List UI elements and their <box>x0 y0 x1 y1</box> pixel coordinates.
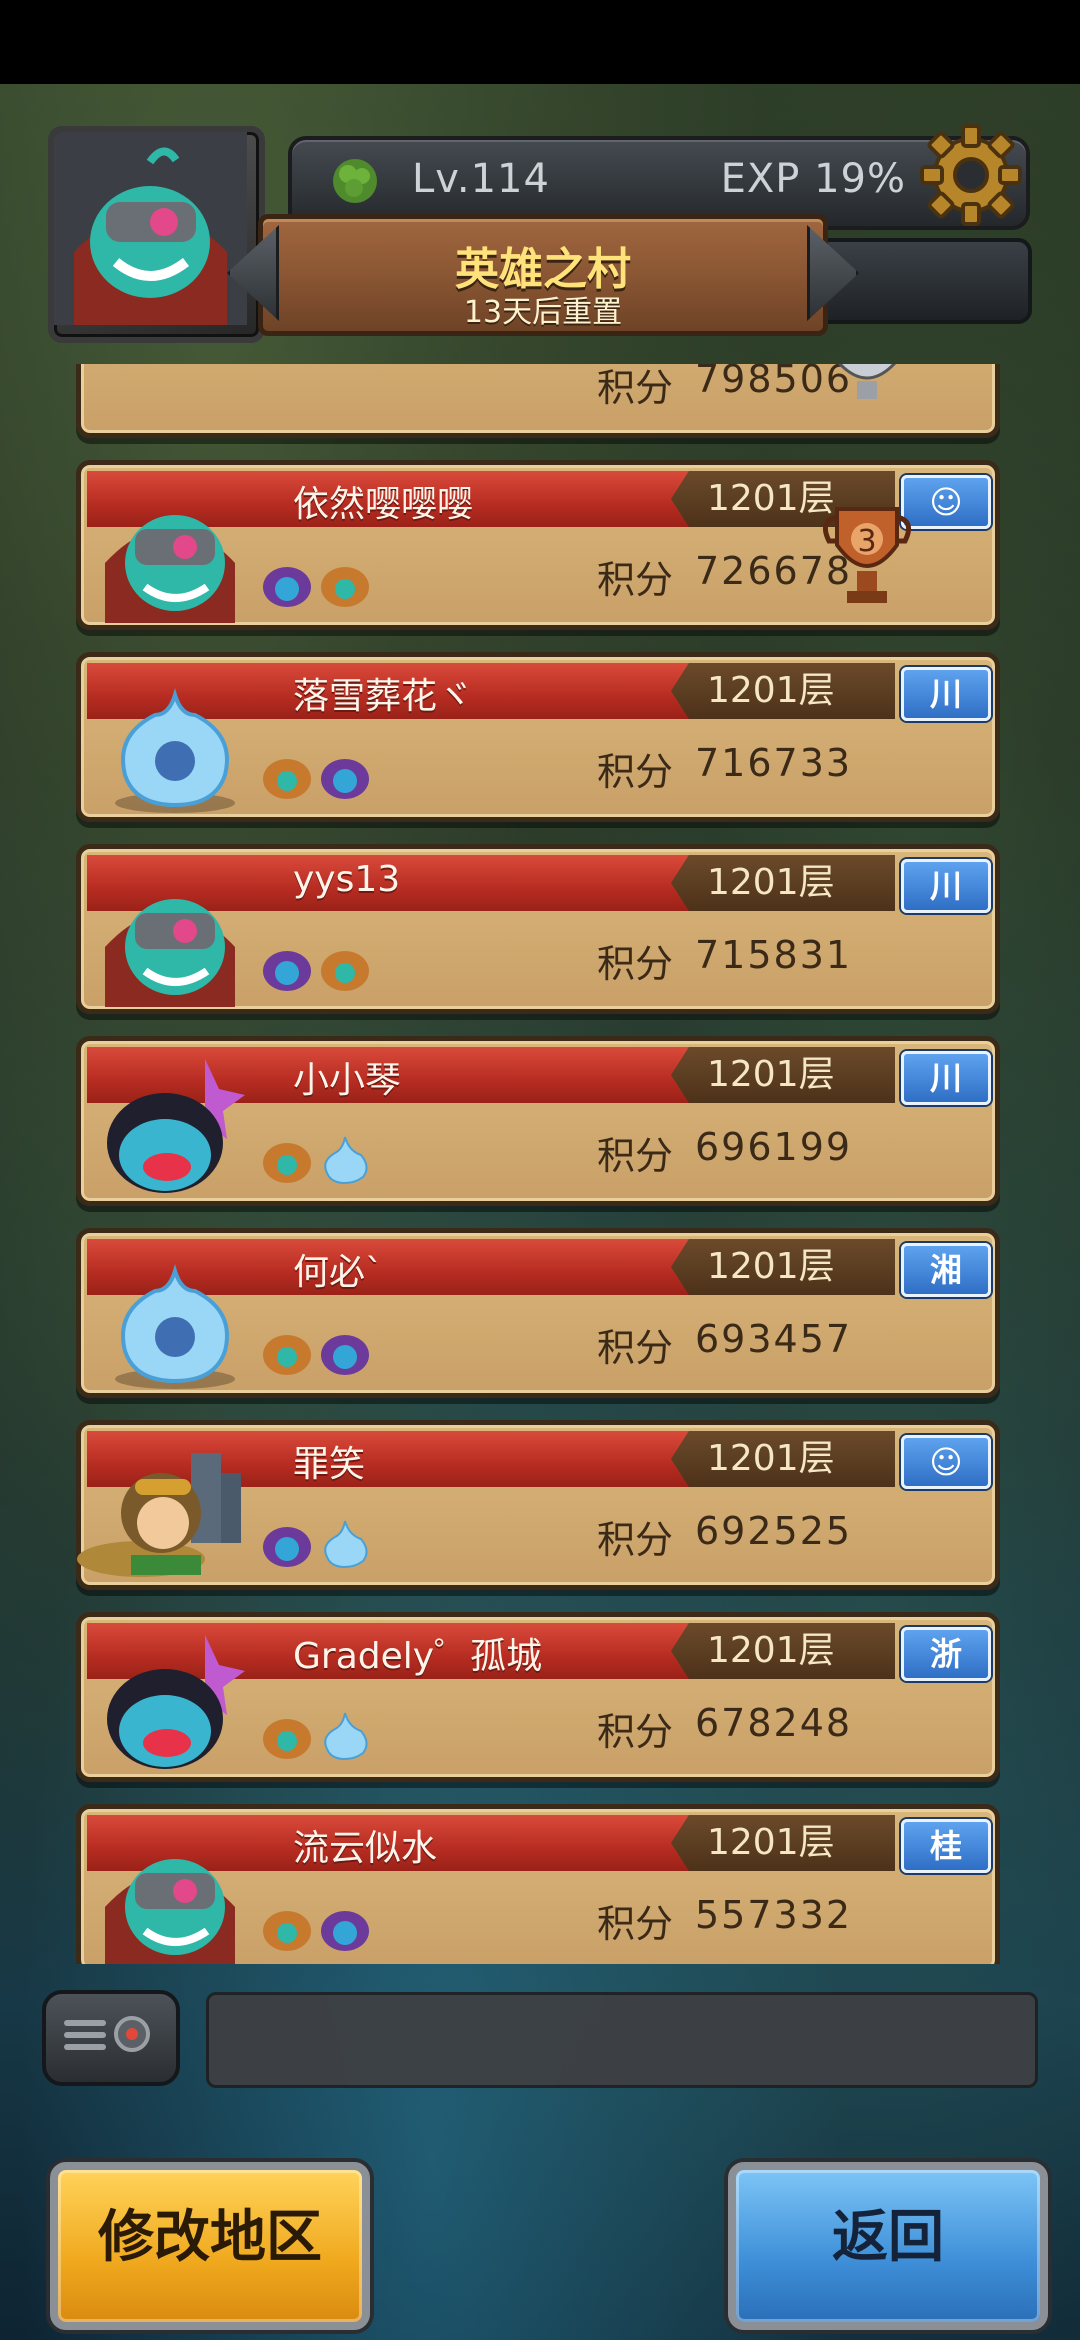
ranking-card[interactable]: yys13 1201层 川 积分 715831 <box>76 844 1000 1014</box>
ranking-card[interactable]: 落雪葬花ヾ 1201层 川 积分 716733 <box>76 652 1000 822</box>
hero-avatar-icon <box>54 132 247 325</box>
pet-spiky-orange-icon <box>321 567 369 607</box>
pet-water-slime-icon <box>324 1712 368 1761</box>
radio-icon <box>64 2016 150 2052</box>
ranking-card[interactable]: 流云似水 1201层 桂 积分 557332 <box>76 1804 1000 1964</box>
ranking-card[interactable]: 依然嘤嘤嘤 1201层 ☺ 积分 726678 3 <box>76 460 1000 630</box>
score-label: 积分 <box>597 558 674 602</box>
pet-spiky-orange-icon <box>263 1911 311 1951</box>
region-badge: 桂 <box>901 1819 991 1873</box>
leaf-icon <box>333 159 377 203</box>
player-name: yys13 <box>293 859 401 900</box>
player-name: 罪笑 <box>293 1444 366 1485</box>
trophy-rank: 3 <box>857 524 876 559</box>
gear-icon[interactable] <box>916 120 1026 230</box>
title-board: 英雄之村 13天后重置 <box>258 214 828 336</box>
score-label: 积分 <box>597 1902 674 1946</box>
ranking-card-partial[interactable]: 积分 798506 <box>76 364 1000 438</box>
pet-spiky-orange-icon <box>263 1335 311 1375</box>
score-label: 积分 <box>597 1326 674 1370</box>
status-bar <box>0 0 1080 84</box>
pet-spiky-purple-icon <box>321 759 369 799</box>
score-label: 积分 <box>597 1134 674 1178</box>
dark-monster-icon <box>107 1059 245 1193</box>
player-avatar[interactable] <box>48 126 265 343</box>
ranking-card[interactable]: 何必` 1201层 湘 积分 693457 <box>76 1228 1000 1398</box>
ranking-card[interactable]: 小小琴 1201层 川 积分 696199 <box>76 1036 1000 1206</box>
score-label: 积分 <box>597 1518 674 1562</box>
region-badge: 川 <box>901 1051 991 1105</box>
bronze-trophy-icon: 3 <box>822 507 912 603</box>
pet-spiky-orange-icon <box>321 951 369 991</box>
pet-spiky-orange-icon <box>263 1143 311 1183</box>
pet-spiky-purple-icon <box>321 1335 369 1375</box>
silver-trophy-icon <box>837 364 897 399</box>
floor-tag: 1201层 <box>671 855 895 911</box>
chat-radio-button[interactable] <box>42 1990 180 2086</box>
floor-tag: 1201层 <box>671 1623 895 1679</box>
player-name: 流云似水 <box>293 1828 438 1869</box>
floor-tag: 1201层 <box>671 1815 895 1871</box>
score-value: 692525 <box>695 1509 853 1553</box>
player-name: 落雪葬花ヾ <box>293 676 474 717</box>
score-label: 积分 <box>597 1710 674 1754</box>
ranking-list[interactable]: 积分 798506 依然嘤嘤嘤 1201层 ☺ 积分 726678 3 落雪葬花… <box>0 364 1080 1964</box>
ranking-card[interactable]: 罪笑 1201层 ☺ 积分 692525 <box>76 1420 1000 1590</box>
score-label: 积分 <box>597 942 674 986</box>
ranking-card[interactable]: Gradely゜孤城 1201层 浙 积分 678248 <box>76 1612 1000 1782</box>
exp-percent: EXP 19% <box>720 156 906 202</box>
floor-tag: 1201层 <box>671 1047 895 1103</box>
score-value: 693457 <box>695 1317 853 1361</box>
score-value: 715831 <box>695 933 853 977</box>
water-slime-icon <box>115 688 235 813</box>
back-button[interactable]: 返回 <box>728 2162 1048 2330</box>
region-badge: ☺ <box>901 1435 991 1489</box>
score-value: 678248 <box>695 1701 853 1745</box>
hero-icon <box>105 899 235 1007</box>
player-name: 小小琴 <box>293 1060 402 1101</box>
score-label: 积分 <box>597 750 674 794</box>
pet-water-slime-icon <box>324 1520 368 1569</box>
region-badge: 川 <box>901 859 991 913</box>
score-value: 557332 <box>695 1893 853 1937</box>
hero-icon <box>105 1859 235 1964</box>
chat-message-box[interactable] <box>206 1992 1038 2088</box>
player-name: Gradely゜孤城 <box>293 1636 543 1677</box>
region-badge: 浙 <box>901 1627 991 1681</box>
pet-spiky-purple-icon <box>263 1527 311 1567</box>
score-label: 积分 <box>597 366 674 410</box>
player-name: 依然嘤嘤嘤 <box>293 484 474 525</box>
floor-tag: 1201层 <box>671 1431 895 1487</box>
water-slime-icon <box>115 1264 235 1389</box>
explorer-hero-icon <box>77 1453 241 1577</box>
dark-monster-icon <box>107 1635 245 1769</box>
change-region-button[interactable]: 修改地区 <box>50 2162 370 2330</box>
pet-spiky-orange-icon <box>263 1719 311 1759</box>
region-badge: 湘 <box>901 1243 991 1297</box>
floor-tag: 1201层 <box>671 1239 895 1295</box>
pet-spiky-purple-icon <box>263 567 311 607</box>
pet-spiky-purple-icon <box>263 951 311 991</box>
floor-tag: 1201层 <box>671 663 895 719</box>
score-value: 716733 <box>695 741 853 785</box>
region-badge: 川 <box>901 667 991 721</box>
player-level: Lv.114 <box>412 156 550 202</box>
pet-spiky-orange-icon <box>263 759 311 799</box>
score-value: 696199 <box>695 1125 853 1169</box>
pet-spiky-purple-icon <box>321 1911 369 1951</box>
hero-icon <box>105 515 235 623</box>
player-name: 何必` <box>293 1252 384 1293</box>
pet-water-slime-icon <box>324 1136 368 1185</box>
reset-countdown: 13天后重置 <box>463 295 623 330</box>
